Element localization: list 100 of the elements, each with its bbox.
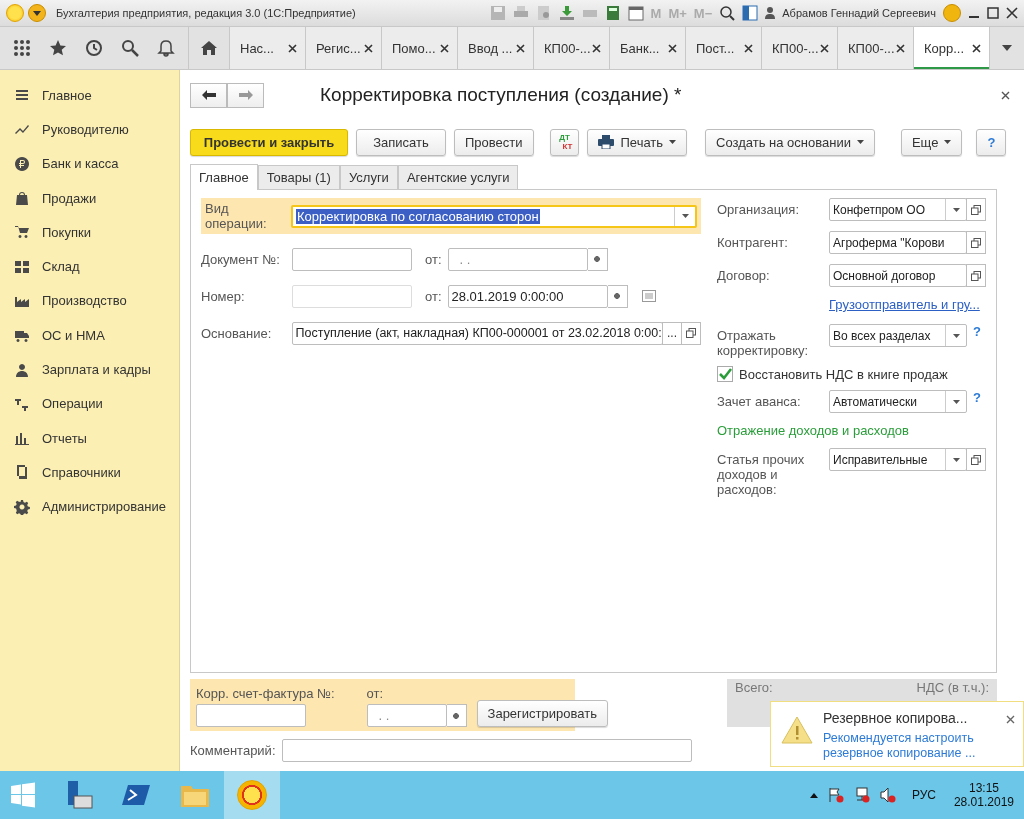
document-tab[interactable]: Помо... [381,27,457,69]
sidebar-item[interactable]: Руководителю [0,112,179,147]
help-link[interactable]: ? [973,390,981,405]
shipper-link[interactable]: Грузоотправитель и гру... [829,297,980,319]
panel-icon[interactable] [742,5,759,21]
notification-title: Резервное копирова... [823,710,969,726]
close-icon[interactable] [668,43,677,53]
date-field[interactable]: . . [447,247,588,271]
sidebar-item[interactable]: Справочники [0,455,179,490]
download-icon[interactable] [558,5,575,21]
field-label: Комментарий: [190,743,276,758]
close-icon[interactable] [820,43,829,53]
sidebar-item[interactable]: Администрирование [0,489,179,524]
checkbox[interactable]: Восстановить НДС в книге продаж [717,363,986,385]
close-icon[interactable] [1006,7,1018,19]
form-tab[interactable]: Главное [190,164,258,190]
powershell-icon[interactable] [122,783,152,807]
document-tab[interactable]: Нас... [229,27,305,69]
input-field[interactable] [292,247,412,271]
dropdown-menu-icon[interactable] [28,4,46,22]
sidebar-item[interactable]: Производство [0,283,179,319]
debit-credit-button[interactable]: ДТ КТ [549,128,580,156]
apps-grid-icon[interactable] [13,39,31,57]
select-field[interactable]: Во всех разделах [829,324,967,347]
close-icon[interactable] [288,43,297,53]
taskbar-app-button[interactable] [224,771,280,819]
document-tab[interactable]: Регис... [305,27,381,69]
star-icon[interactable] [49,39,67,57]
form-tab[interactable]: Агентские услуги [397,165,519,189]
document-tab[interactable]: КП00-... [533,27,609,69]
document-tab[interactable]: КП00-... [761,27,837,69]
maximize-icon[interactable] [987,7,999,19]
calculator-icon[interactable] [604,5,621,21]
document-title: Корректировка поступления (создание) * [320,84,683,106]
speaker-icon[interactable] [879,787,896,803]
open-button[interactable] [966,264,986,287]
input-field[interactable] [196,704,306,727]
menu-button[interactable]: Еще [900,128,963,156]
register-button[interactable]: Зарегистрировать [476,700,608,727]
open-button[interactable] [966,198,986,221]
document-tab[interactable]: Пост... [685,27,761,69]
open-button[interactable] [966,231,986,254]
close-icon[interactable] [440,43,449,53]
sidebar-item[interactable]: Отчеты [0,420,179,456]
close-icon[interactable] [364,43,373,53]
field-label: Документ №: [201,251,281,267]
sidebar-item[interactable]: ОС и НМА [0,318,179,353]
close-icon[interactable] [896,43,905,53]
toolbar-button[interactable]: Записать [356,128,446,156]
clock[interactable]: 13:15 28.01.2019 [953,781,1014,809]
caret-icon[interactable] [809,792,818,798]
close-icon[interactable] [1006,715,1015,724]
windows-icon [971,270,981,281]
print-button[interactable]: Печать [587,128,688,156]
help-link[interactable]: ? [973,324,981,339]
document-tab[interactable]: Ввод ... [457,27,533,69]
select-field[interactable]: Автоматически [829,390,967,413]
date-field[interactable]: . . [366,704,447,727]
open-button[interactable] [681,321,701,345]
comment-field[interactable] [281,739,692,762]
user-name[interactable]: Абрамов Геннадий Сергеевич [782,7,936,19]
toolbar-button[interactable]: ? [976,128,1007,156]
language-indicator[interactable]: РУС [911,788,936,802]
document-tab[interactable]: Корр... [913,27,989,69]
date-field[interactable]: 28.01.2019 0:00:00 [447,284,608,308]
bell-icon[interactable] [157,39,175,57]
toolbar-button[interactable]: Провести [454,128,534,156]
flag-icon[interactable] [827,787,844,803]
sidebar-item[interactable]: Продажи [0,180,179,216]
window-title: Бухгалтерия предприятия, редакция 3.0 (1С:Предприятие) [56,7,357,19]
sidebar-item[interactable]: Банк и касса [0,146,179,181]
close-icon[interactable] [744,43,753,53]
zoom-icon[interactable] [719,5,736,21]
choose-button[interactable]: ... [662,321,682,345]
list-icon[interactable] [641,290,656,302]
document-tab[interactable]: КП00-... [837,27,913,69]
back-button[interactable] [190,82,227,108]
caret-icon [856,140,864,144]
sidebar-item[interactable]: Склад [0,249,179,284]
form-tab[interactable]: Товары (1) [257,165,340,189]
sidebar-item[interactable]: Главное [0,78,179,113]
close-icon[interactable] [516,43,525,53]
caret-icon [952,457,960,462]
close-icon[interactable] [592,43,601,53]
close-icon[interactable] [1001,90,1010,100]
sidebar-item[interactable]: Покупки [0,215,179,250]
document-tab[interactable]: Банк... [609,27,685,69]
post-and-close-button[interactable]: Провести и закрыть [190,128,348,156]
form-tab[interactable]: Услуги [339,165,398,189]
menu-button[interactable]: Создать на основании [705,128,875,156]
notification-link[interactable]: Рекомендуется настроить резервное копирование ... [823,731,996,761]
basis-field[interactable]: Поступление (акт, накладная) КП00-000001 от 23.02.2018 0:00: [291,321,663,345]
sidebar-item[interactable]: Зарплата и кадры [0,352,179,387]
open-button[interactable] [966,448,986,471]
close-icon[interactable] [972,43,981,53]
history-icon[interactable] [85,39,103,57]
search-icon[interactable] [121,39,139,57]
sidebar-item[interactable]: Операции [0,386,179,421]
network-icon[interactable] [853,787,870,803]
operation-select[interactable]: Корректировка по согласованию сторон [291,204,697,228]
